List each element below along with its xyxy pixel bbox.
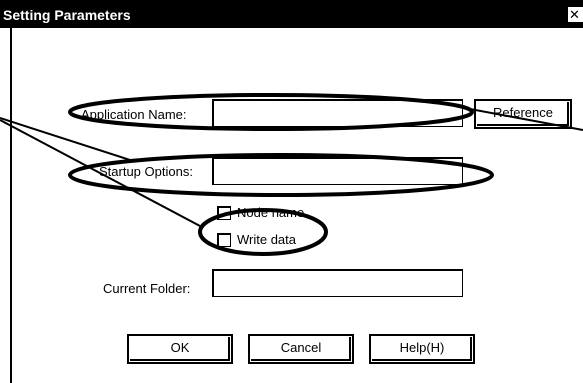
reference-button[interactable]: Reference — [474, 99, 572, 129]
application-name-label: Application Name: — [81, 107, 187, 122]
current-folder-label: Current Folder: — [103, 281, 191, 296]
title-bar: Setting Parameters ✕ — [0, 0, 583, 28]
node-name-label: Node name — [237, 205, 305, 220]
write-data-label: Write data — [237, 232, 297, 247]
annotation-overlay — [0, 93, 583, 256]
write-data-checkbox[interactable] — [217, 233, 231, 247]
startup-options-label: Startup Options: — [99, 164, 193, 179]
application-name-input[interactable] — [212, 99, 463, 127]
dialog-title: Setting Parameters — [3, 7, 131, 23]
node-name-checkbox[interactable] — [217, 206, 231, 220]
dialog-left-border — [10, 28, 12, 383]
help-button[interactable]: Help(H) — [369, 334, 475, 364]
current-folder-input[interactable] — [212, 269, 463, 297]
ok-button[interactable]: OK — [127, 334, 233, 364]
cancel-button[interactable]: Cancel — [248, 334, 354, 364]
leader-line-startup — [0, 117, 131, 161]
startup-options-input[interactable] — [212, 157, 463, 185]
close-icon[interactable]: ✕ — [568, 7, 583, 22]
